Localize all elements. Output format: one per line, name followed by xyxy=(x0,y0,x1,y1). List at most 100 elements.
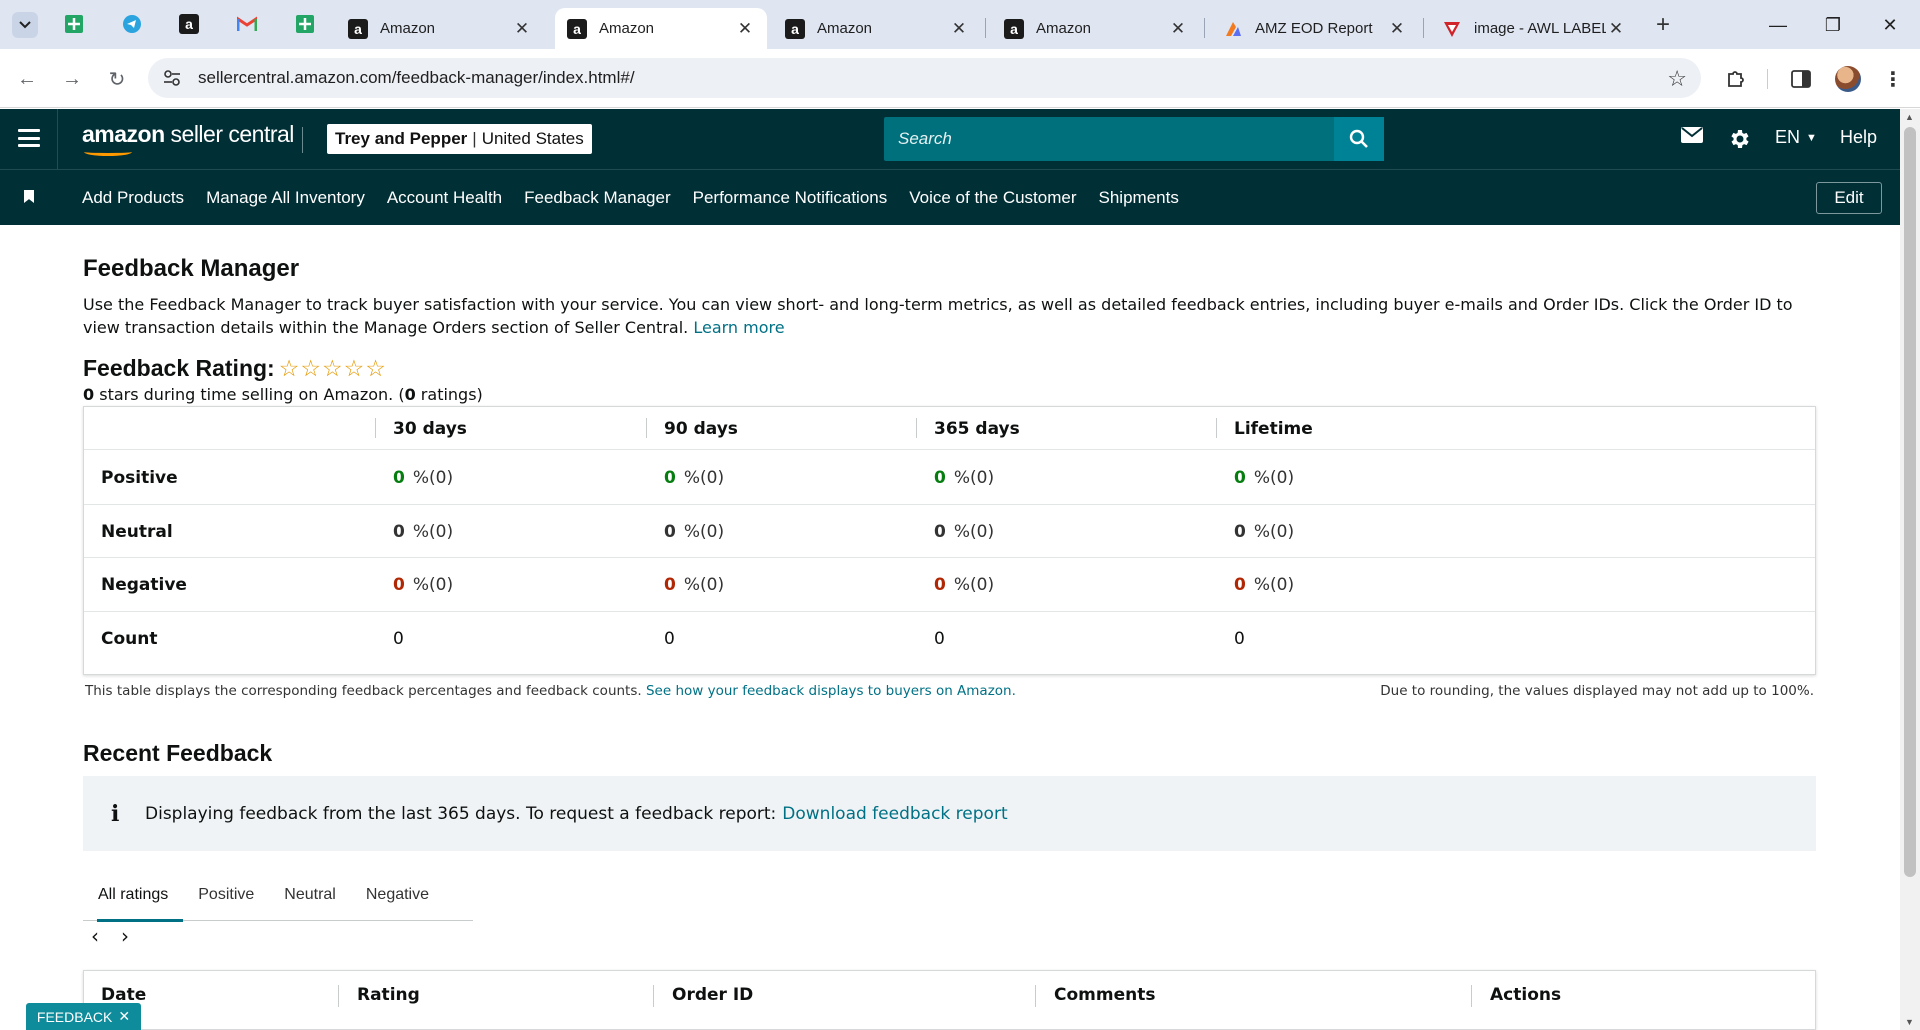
amazon-icon: a xyxy=(348,18,368,39)
browser-tab-eod-report[interactable]: AMZ EOD Report ✕ xyxy=(1211,8,1419,49)
col-date[interactable]: Date xyxy=(101,985,146,1005)
settings-button[interactable] xyxy=(1727,127,1751,151)
pinned-tab-telegram[interactable] xyxy=(121,13,143,35)
tab-neutral[interactable]: Neutral xyxy=(269,869,351,921)
feedback-metrics-table: 30 days 90 days 365 days Lifetime Positi… xyxy=(83,406,1816,675)
browser-tab-awl-label[interactable]: image - AWL LABEL ✕ xyxy=(1430,8,1638,49)
rating-count: 0 xyxy=(404,385,416,404)
language-selector[interactable]: EN ▼ xyxy=(1775,127,1817,148)
address-bar[interactable]: sellercentral.amazon.com/feedback-manage… xyxy=(148,58,1701,98)
side-panel-button[interactable] xyxy=(1787,65,1815,93)
restore-button[interactable]: ❐ xyxy=(1813,10,1853,40)
sheets-icon xyxy=(65,15,83,33)
new-tab-button[interactable]: + xyxy=(1650,11,1676,38)
tab-negative[interactable]: Negative xyxy=(351,869,444,921)
search-button[interactable] xyxy=(1334,117,1384,161)
nav-account-health[interactable]: Account Health xyxy=(387,188,502,208)
pinned-tab-gmail[interactable] xyxy=(236,13,258,35)
scroll-down-icon[interactable]: ▼ xyxy=(1905,1017,1914,1027)
close-icon[interactable]: ✕ xyxy=(512,19,532,39)
nav-manage-all-inventory[interactable]: Manage All Inventory xyxy=(206,188,365,208)
metrics-header-row: 30 days 90 days 365 days Lifetime xyxy=(84,407,1815,450)
close-icon[interactable]: ✕ xyxy=(1168,19,1188,39)
rating-label: Feedback Rating: xyxy=(83,355,275,381)
amazon-icon: a xyxy=(785,18,805,39)
browser-menu-button[interactable]: ⋮ xyxy=(1879,65,1907,93)
close-icon[interactable]: ✕ xyxy=(949,19,969,39)
extensions-button[interactable] xyxy=(1722,65,1750,93)
browser-tab-amazon-active[interactable]: a Amazon ✕ xyxy=(555,8,767,49)
edit-bookmarks-button[interactable]: Edit xyxy=(1816,182,1882,214)
scrollbar-thumb[interactable] xyxy=(1904,127,1916,877)
chevron-left-icon[interactable]: ‹ xyxy=(91,924,121,948)
nav-performance-notifications[interactable]: Performance Notifications xyxy=(693,188,888,208)
col-lifetime: Lifetime xyxy=(1234,418,1313,439)
pinned-tab-amazon[interactable]: a xyxy=(178,13,200,35)
tab-positive[interactable]: Positive xyxy=(183,869,269,921)
close-icon[interactable]: ✕ xyxy=(118,1008,130,1025)
seller-central-logo[interactable]: amazon seller central xyxy=(82,121,294,156)
gmail-icon xyxy=(237,16,257,31)
positive-lifetime: 0 %(0) xyxy=(1234,467,1295,488)
scroll-up-icon[interactable]: ▲ xyxy=(1905,112,1914,122)
bookmark-star-icon[interactable]: ☆ xyxy=(1667,66,1687,92)
pinned-tab-sheets-2[interactable] xyxy=(294,13,316,35)
more-vert-icon: ⋮ xyxy=(1883,68,1903,91)
site-info-button[interactable] xyxy=(152,58,192,98)
browser-tab-amazon-3[interactable]: a Amazon ✕ xyxy=(773,8,981,49)
profile-button[interactable] xyxy=(1834,65,1862,93)
bookmark-bar: Add Products Manage All Inventory Accoun… xyxy=(0,169,1900,225)
feedback-widget-button[interactable]: FEEDBACK ✕ xyxy=(26,1003,141,1030)
reload-icon: ↻ xyxy=(108,68,126,91)
learn-more-link[interactable]: Learn more xyxy=(693,318,784,337)
seller-central-header: amazon seller central Trey and Pepper | … xyxy=(0,109,1900,169)
reload-button[interactable]: ↻ xyxy=(102,64,132,94)
alert-text: Displaying feedback from the last 365 da… xyxy=(145,803,777,824)
tab-title: AMZ EOD Report xyxy=(1255,20,1373,37)
store-switcher[interactable]: Trey and Pepper | United States xyxy=(327,124,592,154)
store-region: United States xyxy=(481,129,584,148)
tab-separator xyxy=(985,18,986,38)
nav-shipments[interactable]: Shipments xyxy=(1099,188,1179,208)
count-90-days: 0 xyxy=(664,629,675,649)
feedback-display-link[interactable]: See how your feedback displays to buyers… xyxy=(646,683,1016,699)
tab-search-button[interactable] xyxy=(12,12,38,38)
chevron-right-icon[interactable]: › xyxy=(121,924,151,948)
nav-feedback-manager[interactable]: Feedback Manager xyxy=(524,188,670,208)
column-separator xyxy=(916,418,917,438)
arrow-right-icon: → xyxy=(62,67,82,90)
count-lifetime: 0 xyxy=(1234,629,1245,649)
col-actions: Actions xyxy=(1490,985,1562,1005)
tab-all-ratings[interactable]: All ratings xyxy=(83,869,184,922)
minimize-button[interactable]: — xyxy=(1758,10,1798,40)
col-order-id[interactable]: Order ID xyxy=(672,985,753,1005)
browser-tab-amazon-4[interactable]: a Amazon ✕ xyxy=(992,8,1200,49)
header-divider xyxy=(57,109,58,169)
back-button[interactable]: ← xyxy=(12,64,42,94)
close-icon[interactable]: ✕ xyxy=(1606,19,1626,39)
row-label: Positive xyxy=(101,467,178,488)
nav-add-products[interactable]: Add Products xyxy=(82,188,184,208)
hamburger-menu-icon[interactable] xyxy=(18,129,40,147)
search-input[interactable] xyxy=(884,117,1334,161)
bookmark-links: Add Products Manage All Inventory Accoun… xyxy=(82,170,1201,226)
amazon-icon: a xyxy=(1004,18,1024,39)
window-close-button[interactable]: ✕ xyxy=(1870,10,1910,40)
col-rating[interactable]: Rating xyxy=(357,985,420,1005)
star-empty-icon: ☆ xyxy=(278,355,300,382)
amazon-smile-icon xyxy=(84,148,132,156)
messages-button[interactable] xyxy=(1681,127,1703,143)
nav-voice-of-the-customer[interactable]: Voice of the Customer xyxy=(909,188,1076,208)
pinned-tab-sheets[interactable] xyxy=(63,13,85,35)
close-icon[interactable]: ✕ xyxy=(735,19,755,39)
download-report-link[interactable]: Download feedback report xyxy=(782,804,1007,824)
page-scrollbar[interactable]: ▲ ▼ xyxy=(1900,109,1920,1030)
browser-tab-amazon-1[interactable]: a Amazon ✕ xyxy=(336,8,544,49)
close-icon[interactable]: ✕ xyxy=(1387,19,1407,39)
positive-30-days: 0 %(0) xyxy=(393,467,454,488)
table-note-text: This table displays the corresponding fe… xyxy=(85,683,642,699)
column-separator xyxy=(1216,418,1217,438)
help-link[interactable]: Help xyxy=(1840,127,1877,148)
forward-button[interactable]: → xyxy=(57,64,87,94)
recent-feedback-table: Date Rating Order ID Comments Actions xyxy=(83,970,1816,1030)
